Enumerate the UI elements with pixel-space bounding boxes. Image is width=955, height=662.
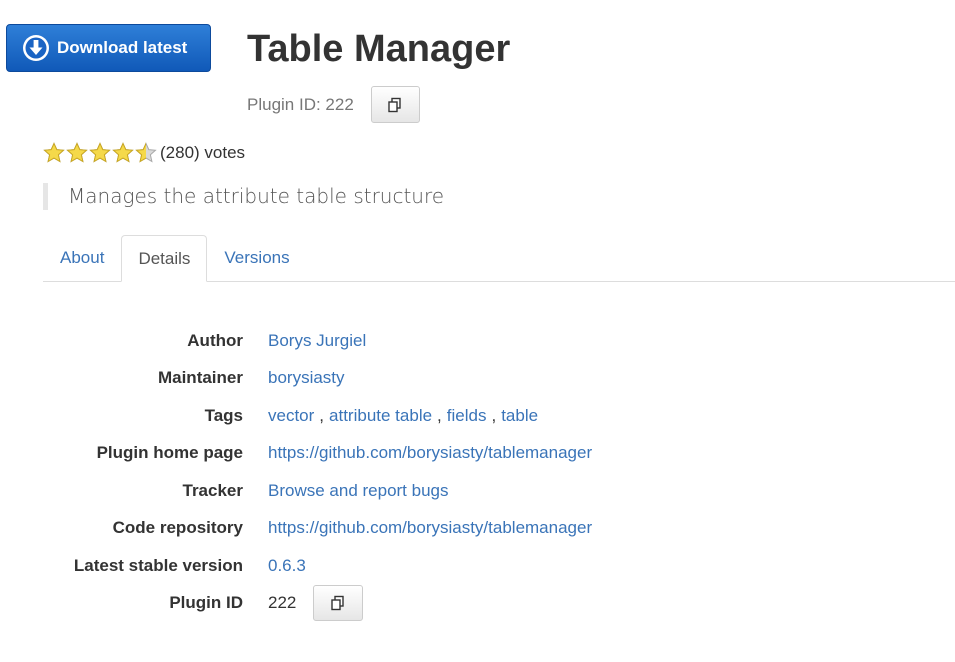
tab-versions[interactable]: Versions xyxy=(207,235,306,281)
detail-row-tracker: Tracker Browse and report bugs xyxy=(0,472,955,510)
download-latest-label: Download latest xyxy=(57,38,188,57)
latest-version-link[interactable]: 0.6.3 xyxy=(268,556,306,576)
maintainer-label: Maintainer xyxy=(157,368,243,388)
copy-icon xyxy=(388,97,401,112)
detail-row-author: Author Borys Jurgiel xyxy=(0,322,955,360)
star-icon xyxy=(112,142,134,163)
detail-row-home-page: Plugin home page https://github.com/bory… xyxy=(0,435,955,473)
plugin-page: Download latest Table Manager Plugin ID:… xyxy=(0,0,955,662)
tags-list: vector , attribute table , fields , tabl… xyxy=(268,406,538,426)
tag-separator: , xyxy=(491,405,497,425)
tracker-link[interactable]: Browse and report bugs xyxy=(268,481,449,501)
plugin-id-value: 222 xyxy=(268,593,297,613)
download-latest-button[interactable]: Download latest xyxy=(6,24,211,72)
copy-plugin-id-button[interactable] xyxy=(370,86,420,123)
votes-count: (280) votes xyxy=(160,143,246,162)
plugin-id-text: Plugin ID: 222 xyxy=(247,94,354,114)
star-rating xyxy=(43,142,158,164)
detail-row-plugin-id: Plugin ID 222 xyxy=(0,585,955,623)
copy-icon xyxy=(331,596,345,611)
details-list: Author Borys Jurgiel Maintainer borysias… xyxy=(0,322,955,622)
detail-row-tags: Tags vector , attribute table , fields ,… xyxy=(0,397,955,435)
page-title: Table Manager xyxy=(247,28,511,70)
maintainer-link[interactable]: borysiasty xyxy=(268,368,345,388)
tab-bar: About Details Versions xyxy=(43,235,955,282)
star-icon xyxy=(43,142,65,163)
tag-separator: , xyxy=(437,405,442,425)
home-page-link[interactable]: https://github.com/borysiasty/tablemanag… xyxy=(268,443,592,463)
tag-link-fields[interactable]: fields xyxy=(447,406,487,426)
tag-link-vector[interactable]: vector xyxy=(268,406,314,426)
tag-link-attribute-table[interactable]: attribute table xyxy=(329,406,432,426)
tags-label: Tags xyxy=(204,405,243,425)
tracker-label: Tracker xyxy=(182,480,244,500)
author-label: Author xyxy=(187,330,243,350)
star-icon xyxy=(135,142,157,163)
copy-plugin-id-detail-button[interactable] xyxy=(313,585,364,622)
tag-separator: , xyxy=(319,405,325,425)
plugin-description: Manages the attribute table structure xyxy=(43,183,444,210)
detail-row-code-repository: Code repository https://github.com/borys… xyxy=(0,510,955,548)
author-link[interactable]: Borys Jurgiel xyxy=(268,331,366,351)
rating: (280) votes xyxy=(43,140,245,166)
plugin-id-header: Plugin ID: 222 xyxy=(247,86,420,123)
detail-row-maintainer: Maintainer borysiasty xyxy=(0,360,955,398)
code-repository-label: Code repository xyxy=(112,518,243,538)
download-circle-icon xyxy=(21,33,51,63)
star-icon xyxy=(66,142,88,163)
tag-link-table[interactable]: table xyxy=(501,406,538,426)
plugin-id-label: Plugin ID xyxy=(169,593,243,613)
star-icon xyxy=(89,142,111,163)
tab-details[interactable]: Details xyxy=(121,235,208,282)
code-repository-link[interactable]: https://github.com/borysiasty/tablemanag… xyxy=(268,518,592,538)
home-page-label: Plugin home page xyxy=(96,443,243,463)
tab-about[interactable]: About xyxy=(43,235,121,281)
latest-version-label: Latest stable version xyxy=(73,555,243,575)
detail-row-latest-version: Latest stable version 0.6.3 xyxy=(0,547,955,585)
